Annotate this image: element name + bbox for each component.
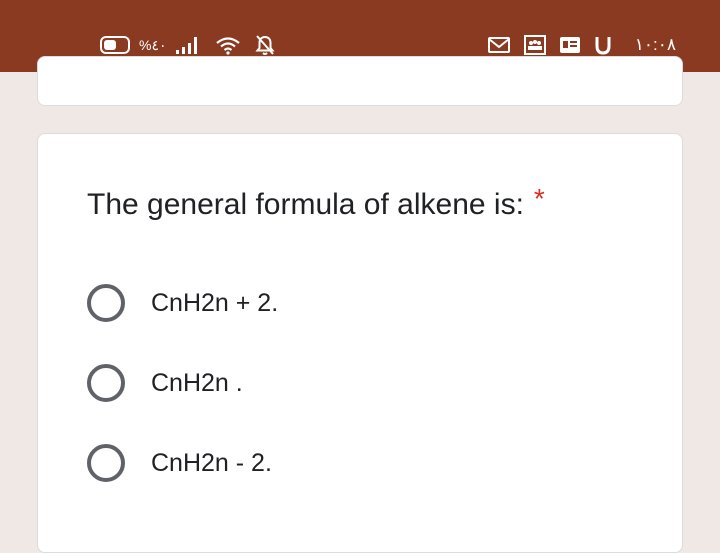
option-label: CnH2n . bbox=[151, 368, 243, 397]
battery-level bbox=[104, 40, 116, 50]
question-title: The general formula of alkene is: * bbox=[87, 183, 545, 222]
required-asterisk: * bbox=[533, 183, 545, 214]
radio-button[interactable] bbox=[87, 444, 125, 482]
battery-icon bbox=[100, 36, 130, 54]
meeting-icon bbox=[523, 34, 547, 56]
status-left-group: %٤٠ bbox=[100, 33, 289, 57]
question-text: The general formula of alkene is: bbox=[87, 188, 524, 221]
bell-off-icon bbox=[254, 34, 275, 56]
u-app-icon bbox=[593, 35, 613, 55]
battery-percent: %٤٠ bbox=[139, 36, 167, 53]
signal-icon bbox=[175, 35, 201, 55]
radio-button[interactable] bbox=[87, 364, 125, 402]
clock: ١٠:٠٨ bbox=[634, 35, 676, 54]
option-label: CnH2n + 2. bbox=[151, 288, 279, 317]
gmail-icon bbox=[487, 35, 511, 55]
option-label: CnH2n - 2. bbox=[151, 448, 272, 477]
question-card: The general formula of alkene is: * CnH2n… bbox=[37, 133, 683, 553]
previous-card bbox=[37, 56, 683, 106]
option-cnh2n-plus-2[interactable]: CnH2n + 2. bbox=[87, 284, 278, 322]
option-cnh2n-minus-2[interactable]: CnH2n - 2. bbox=[87, 444, 272, 482]
wifi-icon bbox=[215, 35, 241, 55]
status-right-group: ١٠:٠٨ bbox=[475, 33, 676, 57]
radio-button[interactable] bbox=[87, 284, 125, 322]
news-icon bbox=[559, 36, 581, 54]
option-cnh2n[interactable]: CnH2n . bbox=[87, 364, 243, 402]
